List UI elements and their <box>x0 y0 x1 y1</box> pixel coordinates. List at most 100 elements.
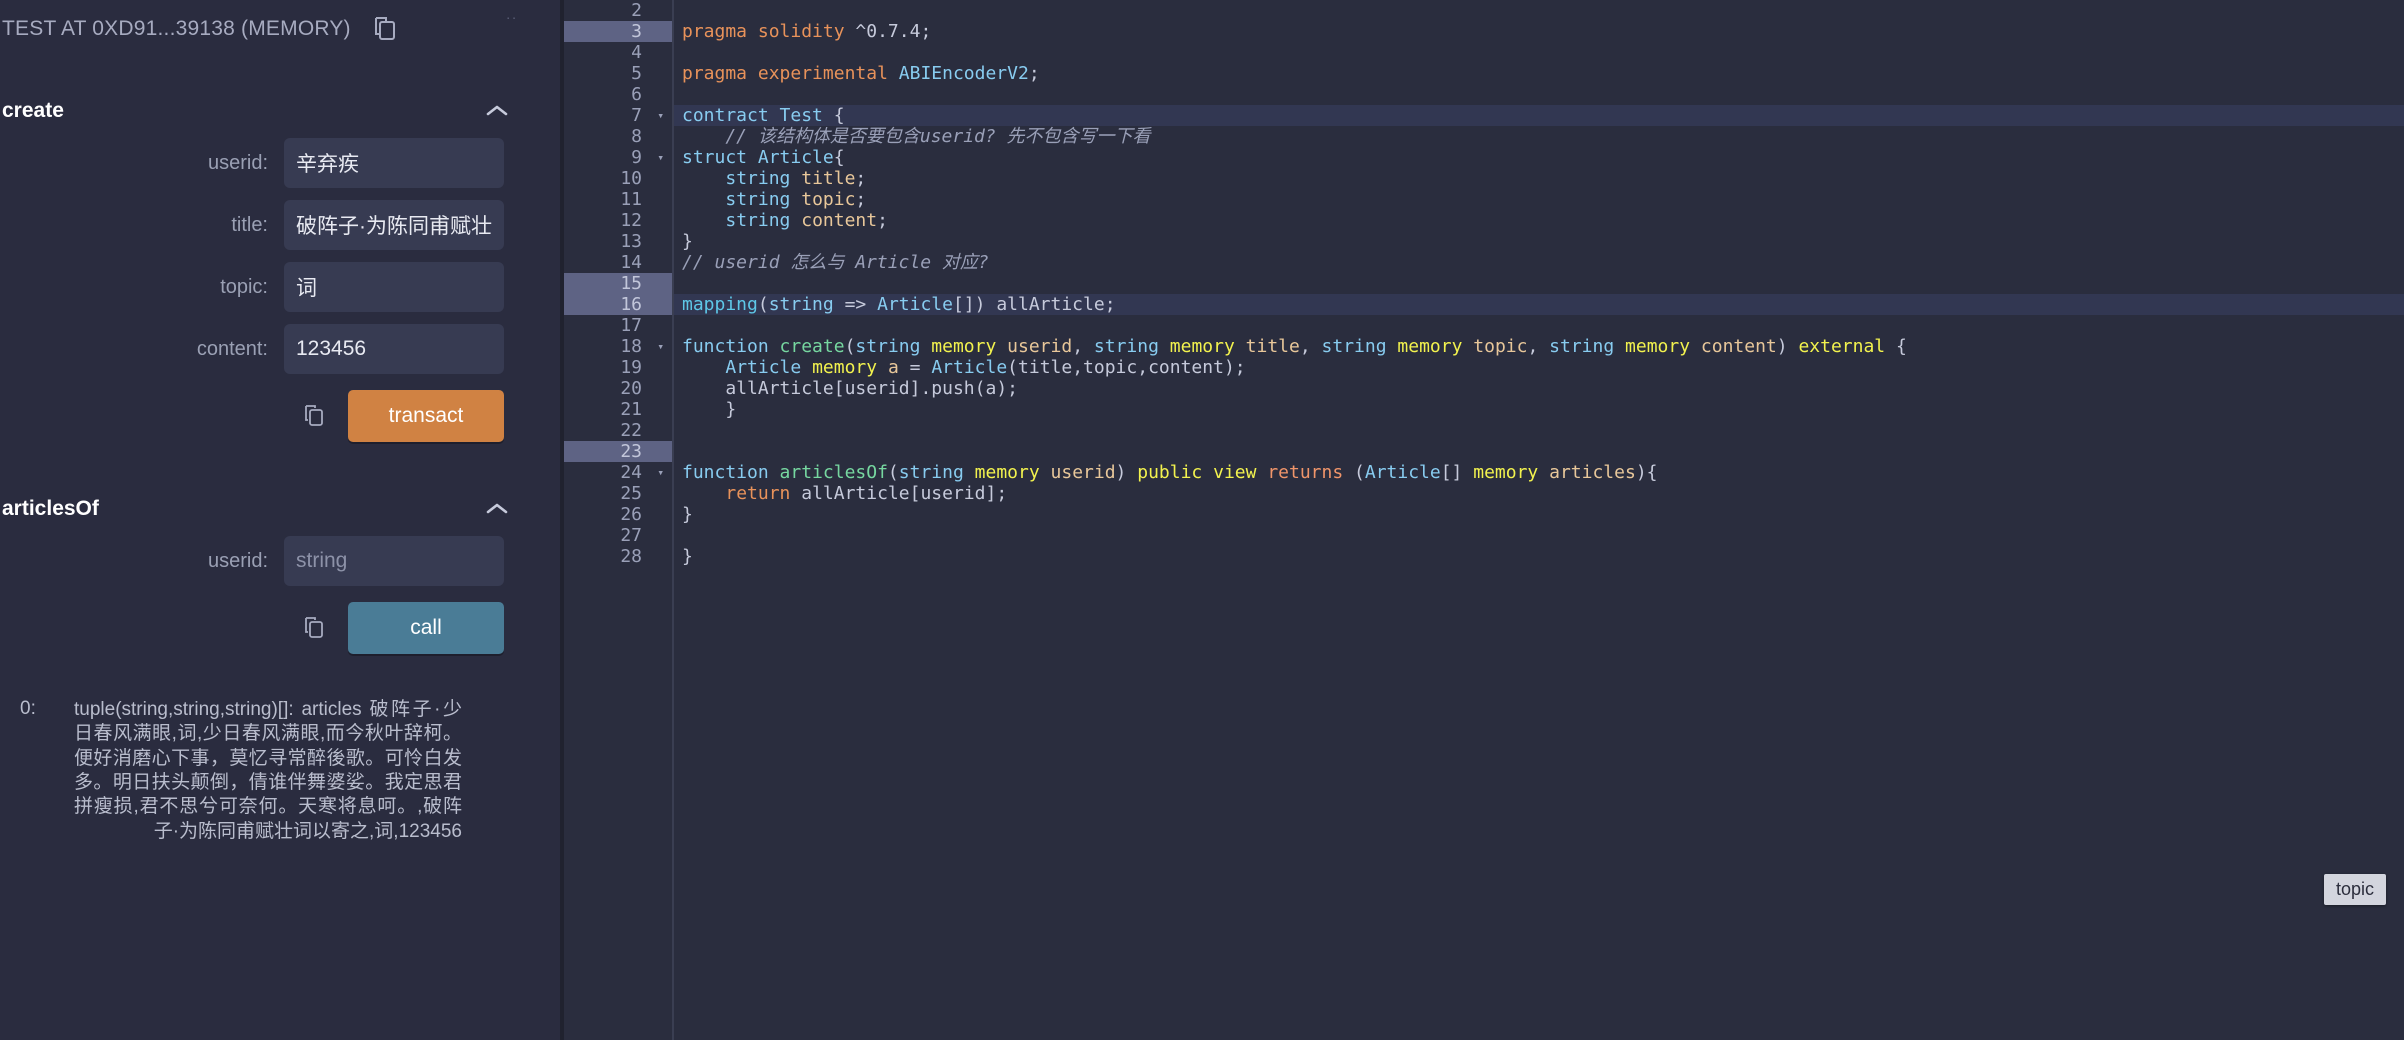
line-number[interactable]: 16 <box>564 294 672 315</box>
panel-menu-dots[interactable]: .. <box>506 6 518 22</box>
field-row-title: title: <box>0 200 540 250</box>
call-result: 0: tuple(string,string,string)[]: articl… <box>0 698 540 844</box>
line-number[interactable]: 28 <box>564 546 672 567</box>
line-number[interactable]: 27 <box>564 525 672 546</box>
fold-arrow-icon[interactable]: ▾ <box>657 105 664 126</box>
code-content[interactable]: pragma solidity ^0.7.4; pragma experimen… <box>672 0 2404 1040</box>
line-number[interactable]: 7 ▾ <box>564 105 672 126</box>
code-line[interactable]: string content; <box>674 210 2404 231</box>
code-line[interactable] <box>674 420 2404 441</box>
function-card-articlesof: articlesOf userid: string call <box>0 494 540 654</box>
code-line[interactable]: string title; <box>674 168 2404 189</box>
line-number[interactable]: 14 <box>564 252 672 273</box>
code-line[interactable]: allArticle[userid].push(a); <box>674 378 2404 399</box>
field-label-content: content: <box>196 337 268 360</box>
code-line[interactable] <box>674 273 2404 294</box>
code-line[interactable]: } <box>674 399 2404 420</box>
code-line[interactable] <box>674 0 2404 21</box>
field-row-articlesof-userid: userid: <box>0 536 540 586</box>
line-number[interactable]: 3 <box>564 21 672 42</box>
field-label-userid: userid: <box>207 151 268 174</box>
line-number[interactable]: 25 <box>564 483 672 504</box>
line-number[interactable]: 26 <box>564 504 672 525</box>
line-number[interactable]: 24 ▾ <box>564 462 672 483</box>
code-line[interactable]: pragma solidity ^0.7.4; <box>674 21 2404 42</box>
result-value: tuple(string,string,string)[]: articles … <box>74 699 462 842</box>
code-line[interactable]: } <box>674 231 2404 252</box>
result-index: 0: <box>20 698 36 719</box>
code-line[interactable] <box>674 315 2404 336</box>
line-number[interactable]: 10 <box>564 168 672 189</box>
code-line[interactable] <box>674 441 2404 462</box>
code-line[interactable]: mapping(string => Article[]) allArticle; <box>674 294 2404 315</box>
code-line[interactable]: function create(string memory userid, st… <box>674 336 2404 357</box>
field-row-content: content: <box>0 324 540 374</box>
line-number[interactable]: 15 <box>564 273 672 294</box>
copy-calldata-icon[interactable] <box>304 616 326 640</box>
line-number[interactable]: 17 <box>564 315 672 336</box>
line-number[interactable]: 21 <box>564 399 672 420</box>
line-number[interactable]: 20 <box>564 378 672 399</box>
line-number[interactable]: 5 <box>564 63 672 84</box>
fold-arrow-icon[interactable]: ▾ <box>657 147 664 168</box>
line-number[interactable]: 19 <box>564 357 672 378</box>
copy-calldata-icon[interactable] <box>304 404 326 428</box>
fold-arrow-icon[interactable]: ▾ <box>657 462 664 483</box>
line-number[interactable]: 9 ▾ <box>564 147 672 168</box>
input-create-title[interactable] <box>284 200 504 250</box>
input-create-content[interactable] <box>284 324 504 374</box>
line-number[interactable]: 22 <box>564 420 672 441</box>
input-articlesof-userid[interactable] <box>284 536 504 586</box>
create-actions: transact <box>0 390 540 442</box>
line-number[interactable]: 12 <box>564 210 672 231</box>
field-label-topic: topic: <box>220 275 268 298</box>
copy-icon[interactable] <box>373 15 399 43</box>
field-label-articlesof-userid: userid: <box>207 549 268 572</box>
input-create-topic[interactable] <box>284 262 504 312</box>
chevron-up-icon[interactable] <box>484 501 510 517</box>
code-line[interactable]: // 该结构体是否要包含userid? 先不包含写一下看 <box>674 126 2404 147</box>
editor-tooltip: topic <box>2323 874 2386 905</box>
udapp-panel: TEST AT 0XD91...39138 (MEMORY) .. create <box>0 0 560 1040</box>
transact-button[interactable]: transact <box>348 390 504 442</box>
deployed-contract-header[interactable]: TEST AT 0XD91...39138 (MEMORY) <box>0 0 540 44</box>
function-card-create: create userid: title: topic: <box>0 96 540 442</box>
fold-arrow-icon[interactable]: ▾ <box>657 336 664 357</box>
field-label-title: title: <box>231 213 268 236</box>
line-number[interactable]: 8 <box>564 126 672 147</box>
code-line[interactable]: contract Test { <box>674 105 2404 126</box>
code-line[interactable]: struct Article{ <box>674 147 2404 168</box>
code-line[interactable]: } <box>674 504 2404 525</box>
remix-ide-root: TEST AT 0XD91...39138 (MEMORY) .. create <box>0 0 2404 1040</box>
code-line[interactable] <box>674 42 2404 63</box>
code-line[interactable]: Article memory a = Article(title,topic,c… <box>674 357 2404 378</box>
line-number[interactable]: 2 <box>564 0 672 21</box>
code-line[interactable] <box>674 525 2404 546</box>
call-button[interactable]: call <box>348 602 504 654</box>
field-row-userid: userid: <box>0 138 540 188</box>
function-name-create: create <box>2 99 64 122</box>
code-line[interactable]: } <box>674 546 2404 567</box>
line-number[interactable]: 18 ▾ <box>564 336 672 357</box>
line-number[interactable]: 11 <box>564 189 672 210</box>
articlesof-actions: call <box>0 602 540 654</box>
input-create-userid[interactable] <box>284 138 504 188</box>
line-number-gutter: 2 3 4 5 6 7 ▾ 8 9 ▾ 10 11 12 13 14 15 16 17 18 ▾ 19 20 21 22 23 2… <box>564 0 672 1040</box>
function-name-articlesof: articlesOf <box>2 497 99 520</box>
code-line[interactable]: pragma experimental ABIEncoderV2; <box>674 63 2404 84</box>
function-header-create[interactable]: create <box>0 96 540 126</box>
field-row-topic: topic: <box>0 262 540 312</box>
function-header-articlesof[interactable]: articlesOf <box>0 494 540 524</box>
code-line[interactable]: function articlesOf(string memory userid… <box>674 462 2404 483</box>
code-line[interactable]: return allArticle[userid]; <box>674 483 2404 504</box>
line-number[interactable]: 13 <box>564 231 672 252</box>
contract-title: TEST AT 0XD91...39138 (MEMORY) <box>2 17 351 40</box>
code-editor[interactable]: 2 3 4 5 6 7 ▾ 8 9 ▾ 10 11 12 13 14 15 16 17 18 ▾ 19 20 21 22 23 2… <box>564 0 2404 1040</box>
code-line[interactable]: string topic; <box>674 189 2404 210</box>
chevron-up-icon[interactable] <box>484 103 510 119</box>
line-number[interactable]: 4 <box>564 42 672 63</box>
line-number[interactable]: 23 <box>564 441 672 462</box>
code-line[interactable] <box>674 84 2404 105</box>
line-number[interactable]: 6 <box>564 84 672 105</box>
code-line[interactable]: // userid 怎么与 Article 对应? <box>674 252 2404 273</box>
